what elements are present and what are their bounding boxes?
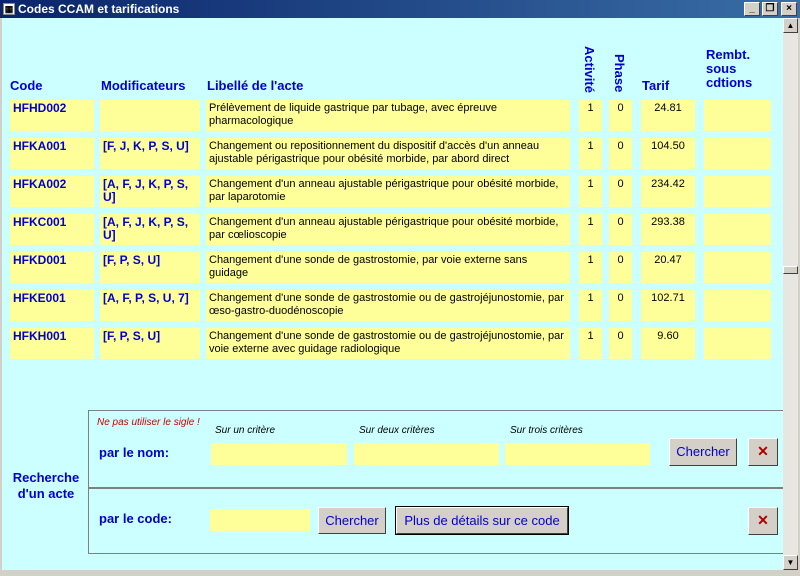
search-by-code-panel: par le code: Chercher Plus de détails su… <box>88 488 783 554</box>
activite-cell[interactable]: 1 <box>579 100 602 131</box>
scroll-down-arrow-icon[interactable]: ▼ <box>783 555 798 570</box>
clear-name-search-icon[interactable]: ✕ <box>748 438 778 466</box>
modificateurs-cell[interactable] <box>100 100 200 131</box>
libelle-cell[interactable]: Changement ou repositionnement du dispos… <box>206 138 570 169</box>
rembt-cell[interactable] <box>704 252 771 283</box>
modificateurs-cell[interactable]: [A, F, P, S, U, 7] <box>100 290 200 321</box>
rembt-cell[interactable] <box>704 328 771 359</box>
header-libelle: Libellé de l'acte <box>207 78 304 93</box>
libelle-cell[interactable]: Changement d'une sonde de gastrostomie o… <box>206 290 570 321</box>
vertical-scrollbar[interactable]: ▲ ▼ <box>783 18 798 570</box>
name-criterion-3-input[interactable] <box>505 443 650 465</box>
form-icon: ▦ <box>3 3 15 15</box>
tarif-cell[interactable]: 20.47 <box>641 252 695 283</box>
form-body: Code Modificateurs Libellé de l'acte Act… <box>2 18 783 570</box>
rembt-cell[interactable] <box>704 290 771 321</box>
activite-cell[interactable]: 1 <box>579 252 602 283</box>
tarif-cell[interactable]: 104.50 <box>641 138 695 169</box>
libelle-cell[interactable]: Changement d'une sonde de gastrostomie, … <box>206 252 570 283</box>
by-name-label: par le nom: <box>99 445 170 460</box>
tarif-cell[interactable]: 9.60 <box>641 328 695 359</box>
activite-cell[interactable]: 1 <box>579 176 602 207</box>
modificateurs-cell[interactable]: [F, P, S, U] <box>100 252 200 283</box>
header-phase: Phase <box>612 54 627 93</box>
header-rembt: Rembt. sous cdtions <box>706 47 753 90</box>
header-code: Code <box>10 78 43 93</box>
code-cell[interactable]: HFKE001 <box>10 290 94 321</box>
search-name-button[interactable]: Chercher <box>669 438 737 466</box>
criterion-2-label: Sur deux critères <box>359 425 435 436</box>
search-code-button[interactable]: Chercher <box>318 507 386 534</box>
tarif-cell[interactable]: 24.81 <box>641 100 695 131</box>
header-activite: Activité <box>582 46 597 93</box>
code-cell[interactable]: HFKA001 <box>10 138 94 169</box>
title-bar: ▦ Codes CCAM et tarifications _ ❐ × <box>0 0 800 18</box>
activite-cell[interactable]: 1 <box>579 214 602 245</box>
phase-cell[interactable]: 0 <box>609 290 632 321</box>
rembt-cell[interactable] <box>704 214 771 245</box>
window-title: Codes CCAM et tarifications <box>18 2 180 16</box>
phase-cell[interactable]: 0 <box>609 138 632 169</box>
tarif-cell[interactable]: 293.38 <box>641 214 695 245</box>
restore-button[interactable]: ❐ <box>762 2 778 16</box>
code-cell[interactable]: HFKA002 <box>10 176 94 207</box>
code-cell[interactable]: HFKD001 <box>10 252 94 283</box>
criterion-1-label: Sur un critère <box>215 425 276 436</box>
scroll-thumb[interactable] <box>783 266 798 274</box>
close-button[interactable]: × <box>781 2 797 16</box>
clear-code-search-icon[interactable]: ✕ <box>748 507 778 535</box>
minimize-button[interactable]: _ <box>744 2 760 16</box>
name-criterion-1-input[interactable] <box>211 443 347 465</box>
phase-cell[interactable]: 0 <box>609 214 632 245</box>
name-criterion-2-input[interactable] <box>354 443 499 465</box>
modificateurs-cell[interactable]: [A, F, J, K, P, S, U] <box>100 176 200 207</box>
libelle-cell[interactable]: Changement d'un anneau ajustable périgas… <box>206 176 570 207</box>
rembt-cell[interactable] <box>704 138 771 169</box>
by-code-label: par le code: <box>99 511 172 526</box>
tarif-cell[interactable]: 234.42 <box>641 176 695 207</box>
code-cell[interactable]: HFHD002 <box>10 100 94 131</box>
sigle-warning: Ne pas utiliser le sigle ! <box>97 417 200 428</box>
activite-cell[interactable]: 1 <box>579 290 602 321</box>
criterion-3-label: Sur trois critères <box>510 425 583 436</box>
search-section-title: Recherche d'un acte <box>12 470 80 501</box>
phase-cell[interactable]: 0 <box>609 100 632 131</box>
activite-cell[interactable]: 1 <box>579 138 602 169</box>
rembt-cell[interactable] <box>704 100 771 131</box>
modificateurs-cell[interactable]: [F, J, K, P, S, U] <box>100 138 200 169</box>
scroll-up-arrow-icon[interactable]: ▲ <box>783 18 798 33</box>
tarif-cell[interactable]: 102.71 <box>641 290 695 321</box>
modificateurs-cell[interactable]: [F, P, S, U] <box>100 328 200 359</box>
header-modificateurs: Modificateurs <box>101 78 186 93</box>
header-tarif: Tarif <box>642 78 670 93</box>
modificateurs-cell[interactable]: [A, F, J, K, P, S, U] <box>100 214 200 245</box>
phase-cell[interactable]: 0 <box>609 252 632 283</box>
search-by-name-panel: Ne pas utiliser le sigle ! Sur un critèr… <box>88 410 783 488</box>
phase-cell[interactable]: 0 <box>609 176 632 207</box>
code-input[interactable] <box>210 509 310 531</box>
libelle-cell[interactable]: Changement d'un anneau ajustable périgas… <box>206 214 570 245</box>
libelle-cell[interactable]: Prélèvement de liquide gastrique par tub… <box>206 100 570 131</box>
details-button[interactable]: Plus de détails sur ce code <box>395 506 569 535</box>
code-cell[interactable]: HFKC001 <box>10 214 94 245</box>
code-cell[interactable]: HFKH001 <box>10 328 94 359</box>
rembt-cell[interactable] <box>704 176 771 207</box>
libelle-cell[interactable]: Changement d'une sonde de gastrostomie o… <box>206 328 570 359</box>
phase-cell[interactable]: 0 <box>609 328 632 359</box>
activite-cell[interactable]: 1 <box>579 328 602 359</box>
